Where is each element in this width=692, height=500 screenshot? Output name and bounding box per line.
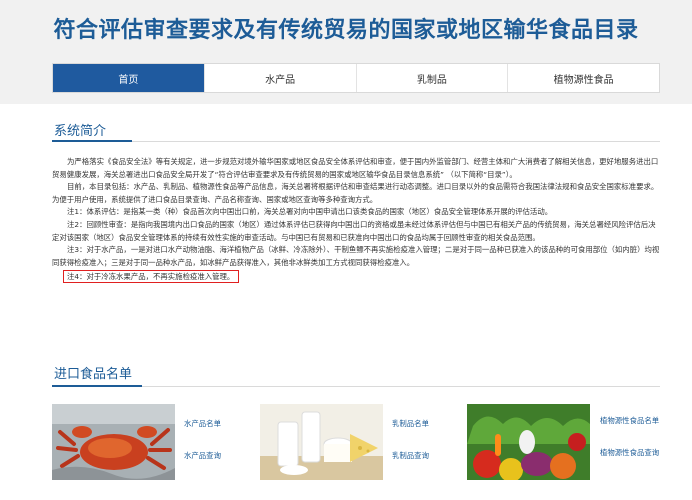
intro-divider <box>52 140 660 142</box>
dairy-image[interactable] <box>260 404 383 480</box>
note-1: 注1：体系评估：是指某一类（种）食品首次向中国出口前，海关总署对向中国申请出口该… <box>67 207 553 217</box>
plant-food-query-link[interactable]: 植物源性食品查询 <box>600 448 660 458</box>
produce-image[interactable] <box>467 404 590 480</box>
site-title: 符合评估审查要求及有传统贸易的国家或地区输华食品目录 <box>53 17 639 43</box>
catalog-divider <box>52 385 660 387</box>
note-2: 注2：回顾性审查：是指向我国境内出口食品的国家（地区）通过体系评估已获得向中国出… <box>52 219 656 242</box>
intro-heading: 系统简介 <box>54 124 107 139</box>
nav-item-aquatic[interactable]: 水产品 <box>203 64 356 92</box>
dairy-query-link[interactable]: 乳制品查询 <box>392 451 429 461</box>
nav-item-dairy[interactable]: 乳制品 <box>355 64 508 92</box>
plant-food-list-link[interactable]: 植物源性食品名单 <box>600 416 660 426</box>
seafood-image[interactable] <box>52 404 175 480</box>
catalog-heading: 进口食品名单 <box>54 367 133 382</box>
intro-body: 为严格落实《食品安全法》等有关规定，进一步规范对境外输华国家或地区食品安全体系评… <box>52 156 662 284</box>
main-nav: 首页 水产品 乳制品 植物源性食品 <box>52 63 660 93</box>
seafood-query-link[interactable]: 水产品查询 <box>184 451 221 461</box>
note-4-highlight: 注4：对于冷冻水果产品，不再实施检疫准入管理。 <box>63 270 240 284</box>
nav-item-home[interactable]: 首页 <box>53 64 204 92</box>
intro-paragraph: 目前，本目录包括：水产品、乳制品、植物源性食品等产品信息，海关总署将根据评估和审… <box>52 182 659 204</box>
dairy-list-link[interactable]: 乳制品名单 <box>392 419 429 429</box>
site-header: 符合评估审查要求及有传统贸易的国家或地区输华食品目录 首页 水产品 乳制品 植物… <box>0 0 692 104</box>
intro-paragraph: 为严格落实《食品安全法》等有关规定，进一步规范对境外输华国家或地区食品安全体系评… <box>52 157 659 179</box>
seafood-list-link[interactable]: 水产品名单 <box>184 419 221 429</box>
nav-item-plant-food[interactable]: 植物源性食品 <box>507 64 659 92</box>
note-3: 注3：对于水产品，一是对进口水产动物油脂、海洋植物产品（冰鲜、冷冻除外）、干制鱼… <box>52 245 660 267</box>
